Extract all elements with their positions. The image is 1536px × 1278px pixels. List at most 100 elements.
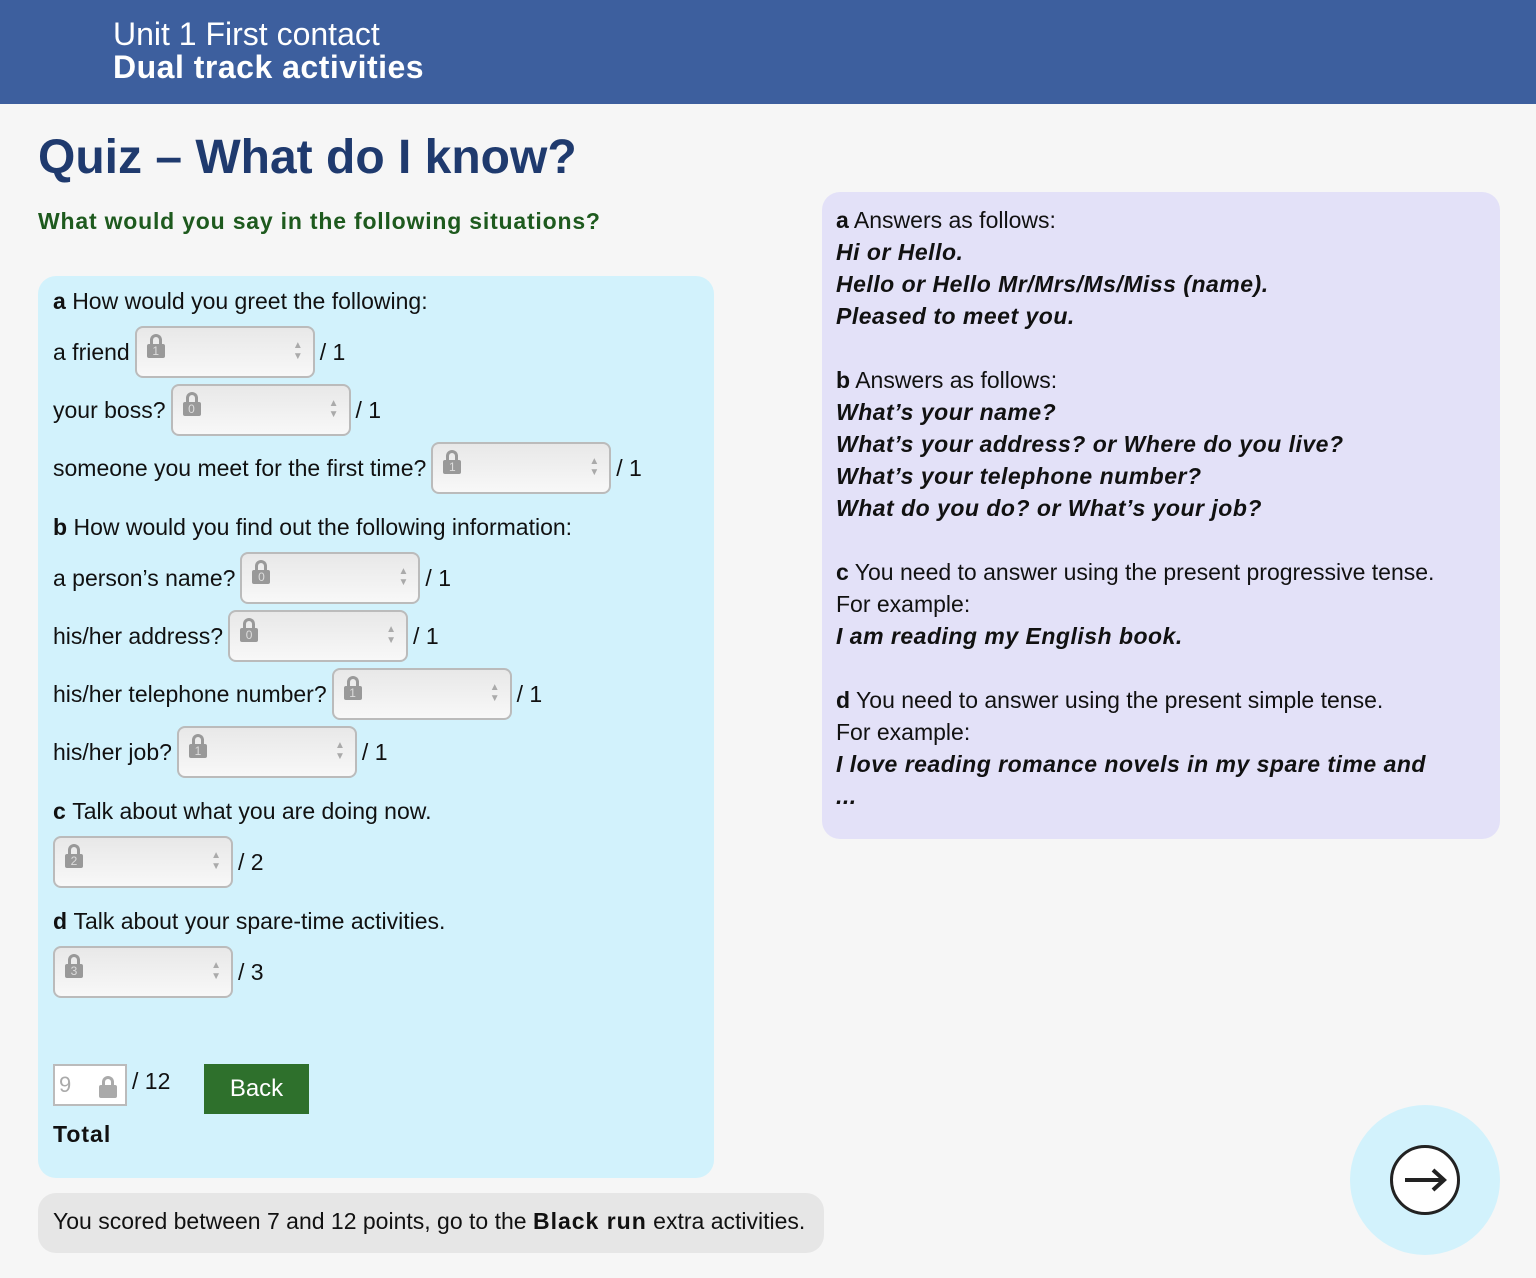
header: Unit 1 First contact Dual track activiti… bbox=[0, 0, 1536, 104]
select-value: 1 bbox=[146, 344, 165, 358]
back-button[interactable]: Back bbox=[204, 1064, 309, 1114]
score-select[interactable]: 1 ▲ ▼ bbox=[176, 726, 357, 778]
spinner-arrows-icon: ▲ ▼ bbox=[292, 340, 303, 362]
spinner-arrows-icon: ▲ ▼ bbox=[211, 960, 221, 982]
answer-example-label: For example: bbox=[836, 719, 971, 745]
next-button[interactable] bbox=[1350, 1105, 1500, 1255]
question-c: c Talk about what you are doing now. bbox=[53, 798, 431, 825]
lock-icon: 0 bbox=[252, 560, 271, 584]
quiz-item: a friend 1 ▲ ▼ / 1 bbox=[53, 326, 345, 378]
lock-icon: 2 bbox=[65, 844, 83, 868]
q-text: How would you find out the following inf… bbox=[73, 514, 573, 540]
spinner-arrows-icon: ▲ ▼ bbox=[335, 740, 345, 762]
answer-intro: You need to answer using the present sim… bbox=[856, 687, 1384, 713]
item-label: your boss? bbox=[53, 396, 166, 423]
quiz-item: his/her job? 1 ▲ ▼ / 1 bbox=[53, 726, 388, 778]
q-text: Talk about what you are doing now. bbox=[72, 798, 432, 824]
item-label: his/her telephone number? bbox=[53, 680, 327, 707]
total-max: / 12 bbox=[132, 1068, 171, 1094]
select-value: 1 bbox=[343, 686, 362, 700]
subtitle: What would you say in the following situ… bbox=[38, 208, 601, 234]
item-max: / 1 bbox=[616, 454, 642, 481]
answers-panel: a Answers as follows: Hi or Hello. Hello o… bbox=[822, 192, 1500, 839]
quiz-item: a person’s name? 0 ▲ ▼ / 1 bbox=[53, 552, 451, 604]
quiz-item: 2 ▲ ▼ / 2 bbox=[53, 836, 264, 888]
q-label: c bbox=[53, 798, 66, 824]
spinner-arrows-icon: ▲ ▼ bbox=[386, 624, 397, 646]
msg-text: extra activities. bbox=[646, 1208, 806, 1234]
select-value: 1 bbox=[443, 460, 462, 474]
quiz-item: his/her address? 0 ▲ ▼ / 1 bbox=[53, 610, 439, 662]
score-select[interactable]: 2 ▲ ▼ bbox=[53, 836, 233, 888]
lock-icon: 1 bbox=[443, 450, 462, 474]
quiz-item: someone you meet for the first time? 1 ▲ ▼ /… bbox=[53, 442, 642, 494]
question-d: d Talk about your spare-time activities. bbox=[53, 908, 445, 935]
score-message: You scored between 7 and 12 points, go t… bbox=[38, 1193, 824, 1253]
score-select[interactable]: 3 ▲ ▼ bbox=[53, 946, 233, 998]
item-max: / 1 bbox=[425, 564, 451, 591]
spinner-arrows-icon: ▲ ▼ bbox=[589, 456, 600, 478]
page-title: Quiz – What do I know? bbox=[38, 131, 577, 184]
quiz-panel: a How would you greet the following: b H… bbox=[38, 276, 714, 1178]
spinner-arrows-icon: ▲ ▼ bbox=[398, 566, 409, 588]
select-value: 0 bbox=[240, 628, 259, 642]
item-max: / 1 bbox=[413, 622, 439, 649]
score-select[interactable]: 1 ▲ ▼ bbox=[431, 442, 612, 494]
item-label: his/her address? bbox=[53, 622, 224, 649]
score-select[interactable]: 0 ▲ ▼ bbox=[228, 610, 409, 662]
msg-text: You scored between 7 and 12 points, go t… bbox=[53, 1208, 533, 1234]
answer-line: What’s your telephone number? bbox=[836, 463, 1202, 489]
quiz-item: 3 ▲ ▼ / 3 bbox=[53, 946, 264, 998]
lock-icon: 0 bbox=[240, 618, 259, 642]
item-label: a friend bbox=[53, 338, 130, 365]
total-score-field: 9 bbox=[53, 1064, 127, 1106]
item-max: / 1 bbox=[319, 338, 346, 365]
score-select[interactable]: 1 ▲ ▼ bbox=[134, 326, 315, 378]
score-select[interactable]: 1 ▲ ▼ bbox=[331, 668, 512, 720]
lock-icon: 3 bbox=[65, 954, 83, 978]
quiz-item: his/her telephone number? 1 ▲ ▼ / 1 bbox=[53, 668, 542, 720]
lock-icon: 1 bbox=[146, 334, 165, 358]
select-value: 3 bbox=[65, 964, 83, 978]
answer-d-intro: d You need to answer using the present s… bbox=[836, 684, 1486, 716]
score-select[interactable]: 0 ▲ ▼ bbox=[240, 552, 421, 604]
item-max: / 1 bbox=[361, 738, 388, 765]
answer-line: Hello or Hello Mr/Mrs/Ms/Miss (name). bbox=[836, 271, 1269, 297]
answer-intro: Answers as follows: bbox=[855, 367, 1058, 393]
answer-intro: You need to answer using the present pro… bbox=[854, 559, 1435, 585]
q-text: How would you greet the following: bbox=[72, 288, 428, 314]
item-max: / 1 bbox=[516, 680, 543, 707]
select-value: 1 bbox=[188, 744, 207, 758]
question-b: b How would you find out the following i… bbox=[53, 514, 572, 541]
item-label: his/her job? bbox=[53, 738, 172, 765]
spinner-arrows-icon: ▲ ▼ bbox=[328, 398, 339, 420]
q-label: b bbox=[53, 514, 68, 540]
total-label: Total bbox=[53, 1121, 112, 1147]
score-select[interactable]: 0 ▲ ▼ bbox=[170, 384, 351, 436]
lock-icon: 1 bbox=[188, 734, 207, 758]
answer-line: I love reading romance novels in my spar… bbox=[836, 751, 1426, 777]
answer-label: d bbox=[836, 687, 851, 713]
q-label: a bbox=[53, 288, 66, 314]
answer-b-intro: b Answers as follows: bbox=[836, 364, 1486, 396]
q-label: d bbox=[53, 908, 68, 934]
q-text: Talk about your spare-time activities. bbox=[73, 908, 446, 934]
item-max: / 1 bbox=[355, 396, 382, 423]
answer-a-intro: a Answers as follows: bbox=[836, 204, 1486, 236]
answer-example-label: For example: bbox=[836, 591, 971, 617]
answer-line: I am reading my English book. bbox=[836, 623, 1183, 649]
item-label: a person’s name? bbox=[53, 564, 236, 591]
item-max: / 2 bbox=[238, 848, 264, 875]
track-title: Dual track activities bbox=[113, 49, 425, 85]
lock-icon bbox=[99, 1076, 117, 1098]
msg-bold: Black run bbox=[532, 1208, 647, 1234]
answer-line: What’s your name? bbox=[836, 399, 1057, 425]
answer-line: What do you do? or What’s your job? bbox=[836, 495, 1262, 521]
answer-intro: Answers as follows: bbox=[853, 207, 1056, 233]
total-value: 9 bbox=[59, 1072, 72, 1097]
item-label: someone you meet for the first time? bbox=[53, 454, 427, 481]
select-value: 2 bbox=[65, 854, 83, 868]
select-value: 0 bbox=[182, 402, 201, 416]
quiz-item: your boss? 0 ▲ ▼ / 1 bbox=[53, 384, 381, 436]
lock-icon: 0 bbox=[182, 392, 201, 416]
